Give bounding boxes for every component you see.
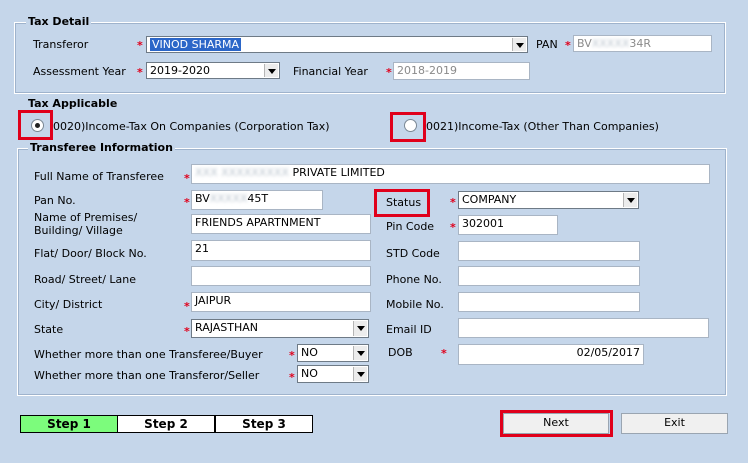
mobile-label: Mobile No. xyxy=(386,298,444,311)
required-star: * xyxy=(386,66,392,79)
multi-transferee-label: Whether more than one Transferee/Buyer xyxy=(34,348,263,361)
required-star: * xyxy=(184,172,190,185)
phone-label: Phone No. xyxy=(386,273,442,286)
tax-applicable-legend: Tax Applicable xyxy=(26,97,120,110)
transferee-legend: Transferee Information xyxy=(28,141,175,154)
phone-field[interactable] xyxy=(458,266,640,286)
financial-year-field[interactable]: 2018-2019 xyxy=(393,62,530,80)
redacted-text: XXXXX xyxy=(591,37,630,50)
highlight-box xyxy=(390,112,426,142)
required-star: * xyxy=(184,300,190,313)
status-select[interactable]: COMPANY xyxy=(458,191,639,209)
redacted-text: XXX XXXXXXXXX xyxy=(195,166,289,179)
premises-field[interactable]: FRIENDS APARTNMENT xyxy=(191,214,371,234)
step-2-tab[interactable]: Step 2 xyxy=(117,415,215,433)
pan-no-label: Pan No. xyxy=(34,194,76,207)
pan-field[interactable]: BVXXXXX34R xyxy=(573,35,712,52)
highlight-box xyxy=(18,110,53,140)
tax-detail-legend: Tax Detail xyxy=(26,15,92,28)
std-code-field[interactable] xyxy=(458,241,640,261)
assessment-year-value: 2019-2020 xyxy=(150,64,210,77)
premises-label: Name of Premises/ Building/ Village xyxy=(34,211,138,237)
required-star: * xyxy=(450,221,456,234)
pin-code-label: Pin Code xyxy=(386,220,435,233)
required-star: * xyxy=(441,347,447,360)
state-label: State xyxy=(34,323,64,336)
chevron-down-icon[interactable] xyxy=(353,367,367,381)
state-select[interactable]: RAJASTHAN xyxy=(191,319,369,338)
corporation-tax-label[interactable]: 0020)Income-Tax On Companies (Corporatio… xyxy=(53,120,330,134)
road-field[interactable] xyxy=(191,266,371,286)
transferor-label: Transferor xyxy=(33,38,89,51)
assessment-year-label: Assessment Year xyxy=(33,65,126,78)
mobile-field[interactable] xyxy=(458,292,640,312)
transferor-value: VINOD SHARMA xyxy=(150,38,242,51)
chevron-down-icon[interactable] xyxy=(353,321,367,336)
dob-field[interactable]: 02/05/2017 xyxy=(458,344,644,365)
pan-label: PAN xyxy=(536,38,558,51)
chevron-down-icon[interactable] xyxy=(264,64,278,77)
city-field[interactable]: JAIPUR xyxy=(191,292,371,312)
transferor-select[interactable]: VINOD SHARMA xyxy=(146,36,528,53)
exit-button[interactable]: Exit xyxy=(621,413,728,434)
multi-transferor-label: Whether more than one Transferor/Seller xyxy=(34,369,260,382)
status-value: COMPANY xyxy=(462,193,517,206)
flat-field[interactable]: 21 xyxy=(191,240,371,261)
required-star: * xyxy=(565,39,571,52)
city-label: City/ District xyxy=(34,298,103,311)
required-star: * xyxy=(184,325,190,338)
full-name-field[interactable]: XXX XXXXXXXXX PRIVATE LIMITED xyxy=(191,164,710,184)
pan-no-field[interactable]: BVXXXXX45T xyxy=(191,190,323,210)
multi-transferee-value: NO xyxy=(301,346,318,359)
chevron-down-icon[interactable] xyxy=(512,38,526,51)
step-1-tab[interactable]: Step 1 xyxy=(20,415,118,433)
chevron-down-icon[interactable] xyxy=(623,193,637,207)
email-label: Email ID xyxy=(386,323,432,336)
required-star: * xyxy=(137,39,143,52)
required-star: * xyxy=(289,349,295,362)
dob-label: DOB xyxy=(388,346,413,359)
pin-code-field[interactable]: 302001 xyxy=(458,215,558,235)
required-star: * xyxy=(289,371,295,384)
chevron-down-icon[interactable] xyxy=(353,346,367,360)
other-tax-label[interactable]: 0021)Income-Tax (Other Than Companies) xyxy=(426,120,659,134)
state-value: RAJASTHAN xyxy=(195,321,259,334)
email-field[interactable] xyxy=(458,318,709,338)
std-code-label: STD Code xyxy=(386,247,440,260)
flat-label: Flat/ Door/ Block No. xyxy=(34,247,147,260)
full-name-label: Full Name of Transferee xyxy=(34,170,164,183)
required-star: * xyxy=(184,196,190,209)
tax-detail-group xyxy=(14,22,726,94)
redacted-text: XXXXX xyxy=(209,192,248,205)
required-star: * xyxy=(137,66,143,79)
highlight-box xyxy=(500,410,613,437)
dob-value: 02/05/2017 xyxy=(576,346,640,359)
assessment-year-select[interactable]: 2019-2020 xyxy=(146,62,280,79)
financial-year-label: Financial Year xyxy=(293,65,368,78)
highlight-box xyxy=(374,189,430,217)
required-star: * xyxy=(450,196,456,209)
multi-transferor-select[interactable]: NO xyxy=(297,365,369,383)
road-label: Road/ Street/ Lane xyxy=(34,273,137,286)
multi-transferor-value: NO xyxy=(301,367,318,380)
multi-transferee-select[interactable]: NO xyxy=(297,344,369,362)
step-3-tab[interactable]: Step 3 xyxy=(215,415,313,433)
